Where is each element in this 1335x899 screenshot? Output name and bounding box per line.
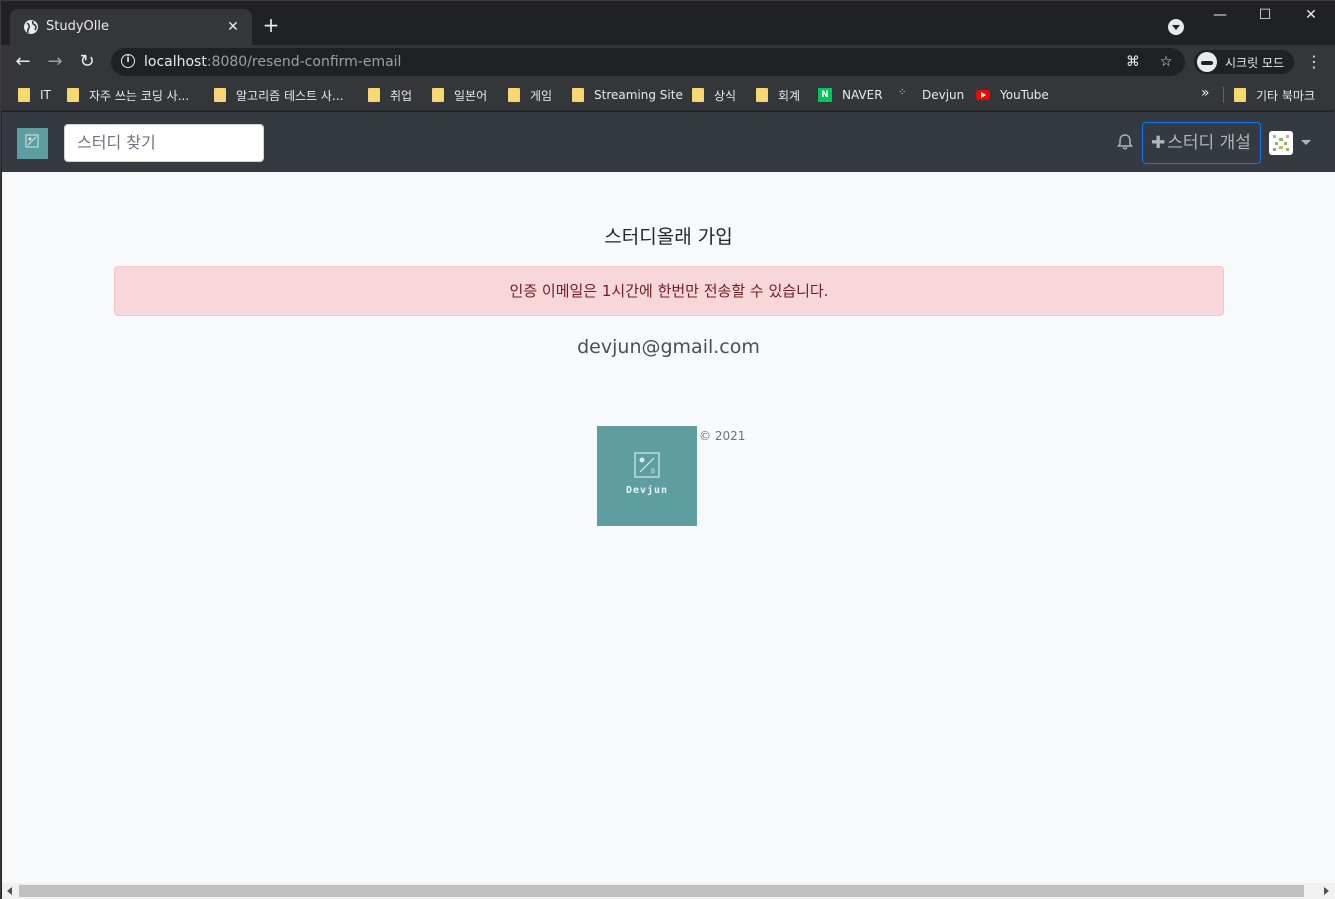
bookmark-label: 알고리즘 테스트 사... <box>236 88 344 103</box>
identicon-icon <box>1273 135 1289 151</box>
bookmark-label: 기타 북마크 <box>1256 88 1316 103</box>
folder-icon <box>508 88 520 102</box>
bookmarks-bar: IT 자주 쓰는 코딩 사... 알고리즘 테스트 사... 취업 일본어 게임… <box>1 79 1335 111</box>
browser-window: StudyOlle ✕ + — ☐ ✕ ← → ↻ i localhost:80… <box>0 0 1335 899</box>
scroll-right-icon[interactable] <box>1324 887 1329 895</box>
bookmark-label: 일본어 <box>454 88 488 103</box>
page-title: 스터디올래 가입 <box>604 226 733 248</box>
bookmark-label: YouTube <box>1000 88 1049 102</box>
maximize-button[interactable]: ☐ <box>1254 7 1276 27</box>
bookmark-naver[interactable]: N NAVER <box>818 86 883 104</box>
folder-icon <box>1234 88 1246 102</box>
plus-icon: ✚ <box>1151 133 1166 153</box>
bookmark-label: Devjun <box>922 88 965 102</box>
user-email: devjun@gmail.com <box>577 336 760 358</box>
create-study-button[interactable]: ✚ 스터디 개설 <box>1142 122 1261 164</box>
bookmark-star-icon[interactable]: ☆ <box>1157 53 1175 71</box>
error-alert: 인증 이메일은 1시간에 한번만 전송할 수 있습니다. <box>114 266 1224 316</box>
translate-icon[interactable]: ⌘ <box>1124 53 1142 71</box>
site-navbar: 스터디 찾기 ✚ 스터디 개설 <box>2 112 1335 172</box>
tab-title: StudyOlle <box>46 19 109 34</box>
globe-icon <box>24 20 38 34</box>
tab-studyolle[interactable]: StudyOlle ✕ <box>10 9 252 45</box>
folder-icon <box>756 88 768 102</box>
logo-text: Devjun <box>625 485 669 496</box>
browser-toolbar: ← → ↻ i localhost:8080/resend-confirm-em… <box>1 45 1335 79</box>
url-path: :8080/resend-confirm-email <box>206 54 402 70</box>
new-tab-button[interactable]: + <box>260 15 282 37</box>
bookmark-accounting[interactable]: 회계 <box>756 86 800 104</box>
chevron-down-icon[interactable] <box>1301 140 1311 145</box>
bookmark-common-sense[interactable]: 상식 <box>692 86 736 104</box>
bookmark-label: 상식 <box>714 88 737 103</box>
bookmark-japanese[interactable]: 일본어 <box>432 86 487 104</box>
page-viewport: 스터디 찾기 ✚ 스터디 개설 스터디올래 가입 인증 이메일은 1시간에 한번… <box>2 112 1335 883</box>
bookmark-label: NAVER <box>842 88 883 102</box>
youtube-icon <box>976 90 990 100</box>
bookmark-label: IT <box>40 88 51 102</box>
bookmarks-divider <box>1223 87 1224 103</box>
url-text[interactable]: localhost:8080/resend-confirm-email <box>144 54 401 70</box>
bookmarks-overflow-icon[interactable]: » <box>1201 85 1210 101</box>
bookmark-youtube[interactable]: YouTube <box>976 86 1049 104</box>
bookmark-label: 회계 <box>778 88 801 103</box>
bookmark-label: 자주 쓰는 코딩 사... <box>89 88 190 103</box>
close-window-button[interactable]: ✕ <box>1300 7 1322 27</box>
bookmark-job[interactable]: 취업 <box>368 86 412 104</box>
address-bar[interactable]: i localhost:8080/resend-confirm-email ⌘ … <box>111 48 1185 76</box>
bookmark-devjun[interactable]: ⁘ Devjun <box>898 86 964 104</box>
folder-icon <box>432 88 444 102</box>
bookmark-streaming[interactable]: Streaming Site <box>572 86 683 104</box>
tab-search-icon[interactable] <box>1168 19 1184 35</box>
tab-strip: StudyOlle ✕ + — ☐ ✕ <box>1 1 1335 45</box>
bookmark-label: 게임 <box>530 88 553 103</box>
folder-icon <box>692 88 704 102</box>
folder-icon <box>572 88 584 102</box>
bookmark-game[interactable]: 게임 <box>508 86 552 104</box>
back-arrow-icon[interactable]: ← <box>11 50 35 74</box>
footer-logo: B Devjun <box>597 426 697 526</box>
minimize-button[interactable]: — <box>1209 7 1231 27</box>
url-host: localhost <box>144 54 207 70</box>
study-search-input[interactable]: 스터디 찾기 <box>64 124 264 162</box>
folder-icon <box>368 88 380 102</box>
incognito-indicator[interactable]: 시크릿 모드 <box>1194 50 1294 74</box>
site-info-icon[interactable]: i <box>121 54 135 68</box>
close-tab-icon[interactable]: ✕ <box>224 18 242 36</box>
svg-text:B: B <box>651 468 655 475</box>
bookmark-it[interactable]: IT <box>18 86 51 104</box>
copyright-text: © 2021 <box>699 429 746 443</box>
folder-icon <box>18 88 30 102</box>
folder-icon <box>67 88 79 102</box>
logo-icon <box>25 134 39 148</box>
forward-arrow-icon[interactable]: → <box>43 50 67 74</box>
scroll-left-icon[interactable] <box>7 887 12 895</box>
naver-icon: N <box>818 88 832 102</box>
bookmark-label: Streaming Site <box>594 88 683 102</box>
avatar[interactable] <box>1269 131 1293 155</box>
bookmark-algorithm[interactable]: 알고리즘 테스트 사... <box>214 86 343 104</box>
reload-icon[interactable]: ↻ <box>75 50 99 74</box>
bell-icon[interactable] <box>1115 132 1135 152</box>
folder-icon <box>214 88 226 102</box>
bookmark-label: 취업 <box>390 88 413 103</box>
browser-menu-icon[interactable]: ⋮ <box>1305 50 1323 74</box>
devjun-icon: ⁘ <box>898 87 907 98</box>
logo-icon: B <box>634 452 660 478</box>
horizontal-scrollbar[interactable] <box>2 883 1335 899</box>
incognito-label: 시크릿 모드 <box>1225 56 1285 70</box>
bookmark-other[interactable]: 기타 북마크 <box>1234 86 1315 104</box>
incognito-icon <box>1197 52 1217 72</box>
scrollbar-thumb[interactable] <box>19 885 1304 897</box>
create-study-label: 스터디 개설 <box>1167 133 1251 153</box>
bookmark-coding-sites[interactable]: 자주 쓰는 코딩 사... <box>67 86 189 104</box>
brand-logo[interactable] <box>17 128 48 159</box>
